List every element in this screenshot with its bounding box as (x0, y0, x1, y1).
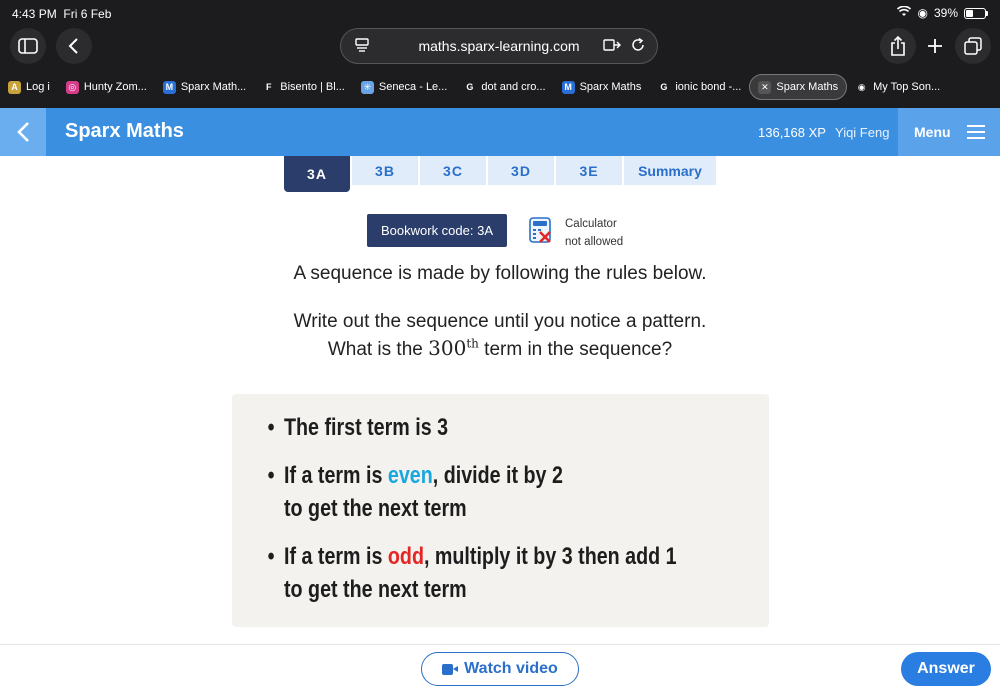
sparx-header: Sparx Maths 136,168 XP Yiqi Feng Menu (0, 108, 1000, 156)
bookmark-label: ionic bond -... (675, 81, 742, 93)
location-icon: ◉ (917, 6, 928, 20)
bookmark-favicon-icon: ◉ (855, 80, 869, 94)
bookmark-label: Sparx Maths (776, 81, 839, 93)
bookmark-favicon-icon: G (657, 80, 671, 94)
wifi-icon (897, 5, 912, 20)
new-tab-icon[interactable] (917, 28, 953, 64)
user-name[interactable]: Yiqi Feng (835, 125, 889, 140)
question-line-2: Write out the sequence until you notice … (293, 311, 707, 332)
xp-count: 136,168 XP (758, 125, 826, 140)
status-time: 4:43 PM Fri 6 Feb (12, 7, 112, 21)
battery-percent: 39% (933, 6, 958, 20)
bookmark-item[interactable]: Gdot and cro... (455, 74, 553, 100)
tab-summary[interactable]: Summary (624, 156, 716, 185)
bookmark-favicon-icon: M (561, 80, 575, 94)
tab-3e[interactable]: 3E (556, 156, 622, 185)
brand-title: Sparx Maths (65, 120, 184, 142)
bookmark-label: Log i (26, 81, 50, 93)
address-bar[interactable]: maths.sparx-learning.com (340, 28, 658, 64)
browser-toolbar: maths.sparx-learning.com (0, 26, 1000, 66)
bookwork-code: Bookwork code: 3A (367, 214, 507, 247)
bookmark-favicon-icon: A (8, 80, 21, 94)
bookmark-item[interactable]: M Sparx Math... (155, 74, 254, 100)
tab-3a[interactable]: 3A (284, 156, 350, 192)
sidebar-toggle-icon[interactable] (10, 28, 46, 64)
bookmark-label: Hunty Zom... (83, 81, 147, 93)
bookmark-favicon-icon: ✳ (360, 80, 374, 94)
reload-icon[interactable] (631, 37, 645, 55)
bookmark-favicon-icon: M (162, 80, 176, 94)
bookmark-favicon-icon: ◎ (65, 80, 79, 94)
bookmark-item[interactable]: ✕ Sparx Maths (749, 74, 848, 100)
rules-box: • The first term is 3 • If a term is even,… (232, 394, 769, 627)
menu-label: Menu (914, 124, 951, 140)
odd-word: odd (387, 543, 424, 570)
status-right: ◉ 39% (897, 5, 988, 20)
calculator-status: Calculator not allowed (565, 218, 624, 248)
bookmark-label: Sparx Math... (180, 81, 247, 93)
bookmark-item[interactable]: ◉ My Top Son... (847, 74, 948, 100)
bookmark-label: Bisento | Bl... (280, 81, 345, 93)
bookmark-favicon-icon: ✕ (758, 80, 772, 94)
bookmark-favicon-icon: F (262, 80, 276, 94)
bookmark-label: dot and cro... (481, 81, 546, 93)
question-line-1: A sequence is made by following the rule… (293, 263, 707, 284)
chevron-left-icon (17, 122, 29, 142)
bookmark-item[interactable]: ✳ Seneca - Le... (353, 74, 456, 100)
calculator-not-allowed-icon (529, 217, 551, 243)
menu-button[interactable]: Menu (898, 108, 1000, 156)
browser-chrome: 4:43 PM Fri 6 Feb ◉ 39% maths.sparx-lear… (0, 0, 1000, 108)
tab-3b[interactable]: 3B (352, 156, 418, 185)
back-nav-icon[interactable] (56, 28, 92, 64)
bookmark-item[interactable]: F Bisento | Bl... (254, 74, 353, 100)
back-button[interactable] (0, 108, 46, 156)
bookmark-item[interactable]: ◎ Hunty Zom... (58, 74, 155, 100)
watch-video-label: Watch video (464, 660, 558, 677)
bookmarks-bar: A Log i ◎ Hunty Zom... M Sparx Math... F Bisent… (0, 72, 1000, 102)
rule-odd: • If a term is odd, multiply it by 3 then… (267, 543, 677, 603)
status-bar: 4:43 PM Fri 6 Feb ◉ 39% (0, 0, 1000, 26)
bookmark-item[interactable]: A Log i (0, 74, 58, 100)
tab-3d[interactable]: 3D (488, 156, 554, 185)
hamburger-icon (966, 125, 985, 139)
share-icon[interactable] (880, 28, 916, 64)
bookmark-item[interactable]: M Sparx Maths (554, 74, 650, 100)
watch-video-button[interactable]: Watch video (421, 652, 579, 686)
tab-3c[interactable]: 3C (420, 156, 486, 185)
bookmark-label: Seneca - Le... (378, 81, 448, 93)
bookmark-label: Sparx Maths (579, 81, 642, 93)
tabs-icon[interactable] (955, 28, 991, 64)
bookmark-item[interactable]: Gionic bond -... (649, 74, 749, 100)
bookmark-favicon-icon: G (463, 80, 477, 94)
reader-icon[interactable] (603, 38, 621, 55)
battery-icon (964, 7, 988, 19)
video-camera-icon (442, 663, 459, 675)
rule-even: • If a term is even, divide it by 2 to ge… (267, 462, 563, 522)
bookmark-label: My Top Son... (873, 81, 941, 93)
question-line-3: What is the 300th term in the sequence? (327, 336, 673, 360)
even-word: even (387, 462, 433, 489)
rule-first-term: • The first term is 3 (267, 414, 449, 441)
footer-divider (0, 644, 1000, 645)
answer-button[interactable]: Answer (901, 652, 991, 686)
